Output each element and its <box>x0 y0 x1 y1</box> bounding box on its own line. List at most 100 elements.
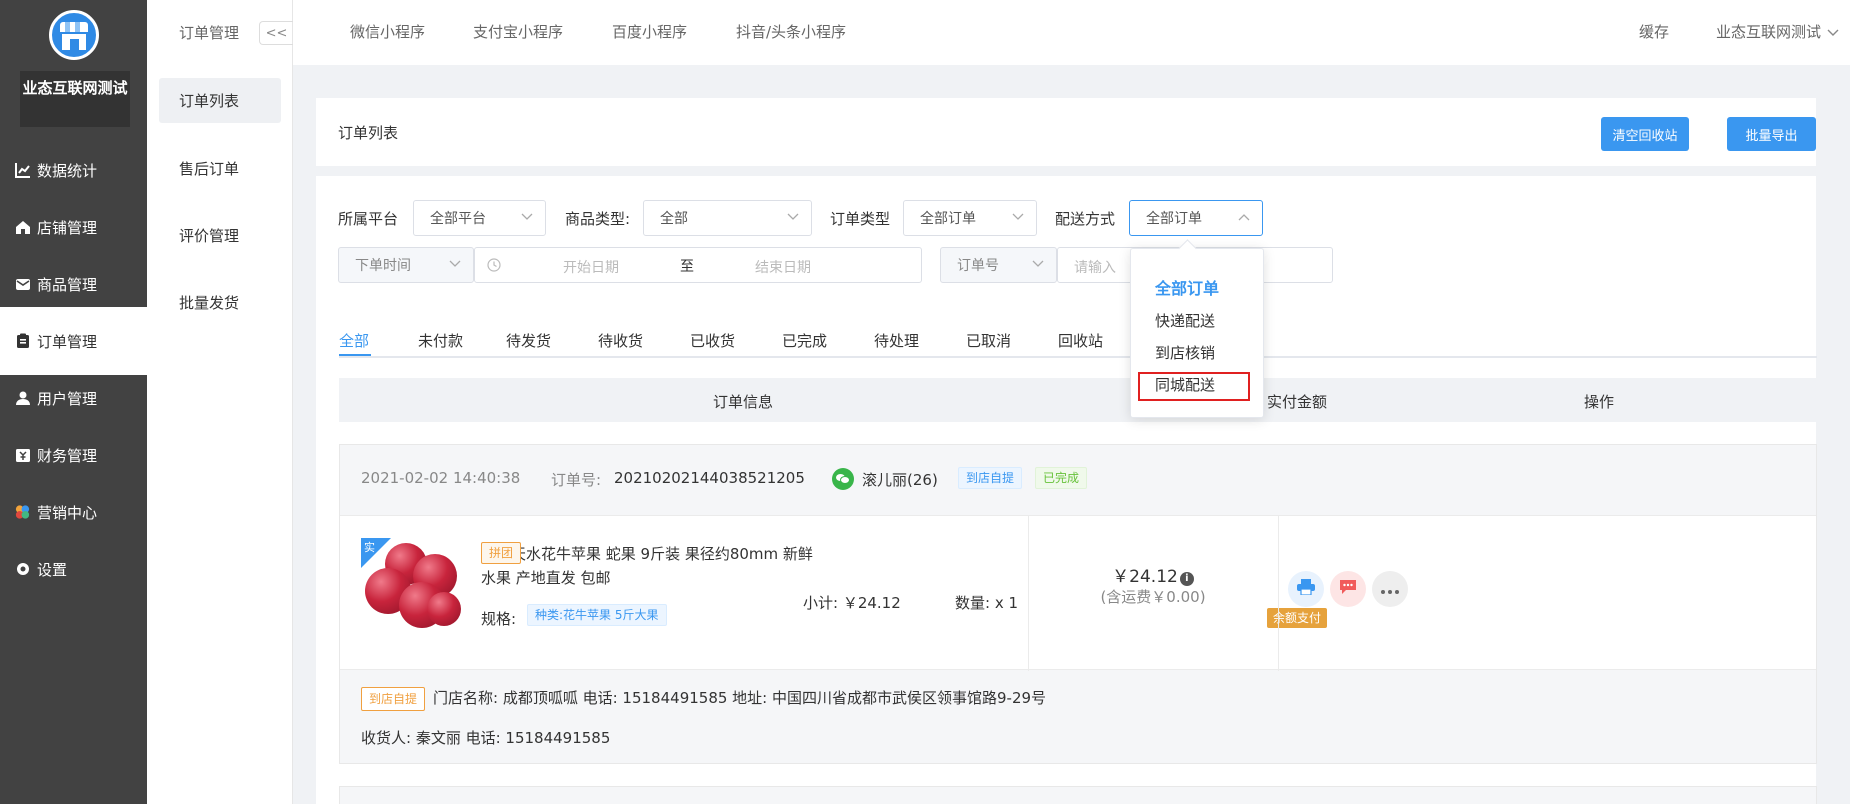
status-badge: 已完成 <box>1035 467 1088 489</box>
clock-icon <box>487 258 501 276</box>
chevron-down-icon <box>1032 258 1044 271</box>
wechat-icon <box>832 468 854 490</box>
tab-unpaid[interactable]: 未付款 <box>418 330 463 351</box>
user-icon <box>14 390 31 407</box>
user-menu[interactable]: 业态互联网测试 <box>1716 0 1839 65</box>
user-name: 业态互联网测试 <box>1716 23 1822 41</box>
tab-baidu-miniapp[interactable]: 百度小程序 <box>612 0 687 65</box>
sidebar-item-label: 数据统计 <box>37 161 98 180</box>
date-range-picker[interactable]: 开始日期 至 结束日期 <box>474 247 922 283</box>
sidebar-item-label: 营销中心 <box>37 503 98 522</box>
tab-to-receive[interactable]: 待收货 <box>598 330 643 351</box>
tab-cancelled[interactable]: 已取消 <box>966 330 1011 351</box>
colorful-dots-icon <box>14 504 31 521</box>
tab-pending[interactable]: 待处理 <box>874 330 919 351</box>
tab-to-ship[interactable]: 待发货 <box>506 330 551 351</box>
order-type-select[interactable]: 全部订单 <box>903 200 1037 236</box>
product-image[interactable]: 实 <box>361 538 463 640</box>
batch-export-button[interactable]: 批量导出 <box>1727 117 1816 151</box>
delivery-select[interactable]: 全部订单 <box>1129 200 1263 236</box>
table-header: 订单信息 实付金额 操作 <box>339 378 1817 422</box>
platform-label: 所属平台 <box>338 210 399 228</box>
message-button[interactable] <box>1330 571 1366 607</box>
goods-type-select[interactable]: 全部 <box>643 200 812 236</box>
order-type-label: 订单类型 <box>830 210 891 228</box>
product-title-text: 甘肃天水花牛苹果 蛇果 9斤装 果径约80mm 新鲜水果 产地直发 包邮 <box>481 545 813 587</box>
time-type-select[interactable]: 下单时间 <box>338 247 474 283</box>
status-tabs: 全部 未付款 待发货 待收货 已收货 已完成 待处理 已取消 回收站 <box>339 316 1817 358</box>
sidebar-item-label: 用户管理 <box>37 389 98 408</box>
sidebar-item-label: 财务管理 <box>37 446 98 465</box>
mail-icon <box>14 276 31 293</box>
pickup-tag: 到店自提 <box>361 687 426 711</box>
delivery-option-all[interactable]: 全部订单 <box>1155 275 1219 299</box>
more-button[interactable] <box>1372 571 1408 607</box>
paid-amount: ￥24.12 i <box>1028 562 1278 587</box>
yen-box-icon <box>14 447 31 464</box>
main-sidebar: 业态互联网测试 数据统计 店铺管理 商品管理 订单管理 用户管理 财务管理 营销… <box>0 0 147 804</box>
receiver-info: 收货人: 秦文丽 电话: 15184491585 <box>361 729 611 747</box>
delivery-option-store-pickup[interactable]: 到店核销 <box>1155 342 1215 363</box>
delivery-label: 配送方式 <box>1055 210 1116 228</box>
goods-type-label: 商品类型: <box>565 210 631 228</box>
platform-select[interactable]: 全部平台 <box>413 200 546 236</box>
order-item-row: 实 拼团 甘肃天水花牛苹果 蛇果 9斤装 果径约80mm 新鲜水果 产地直发 包邮… <box>340 515 1816 671</box>
column-header-order-info: 订单信息 <box>713 393 774 411</box>
chevron-down-icon <box>521 211 533 224</box>
tab-alipay-miniapp[interactable]: 支付宝小程序 <box>473 0 563 65</box>
delivery-option-express[interactable]: 快递配送 <box>1155 310 1215 331</box>
delivery-dropdown-menu: 全部订单 快递配送 到店核销 同城配送 <box>1130 248 1264 418</box>
tab-all[interactable]: 全部 <box>339 330 369 351</box>
tab-received[interactable]: 已收货 <box>690 330 735 351</box>
print-button[interactable] <box>1288 571 1324 607</box>
column-header-actions: 操作 <box>1584 393 1615 411</box>
collapse-button[interactable]: << <box>259 21 293 45</box>
brand-name: 业态互联网测试 <box>20 71 130 127</box>
column-divider <box>1278 516 1279 671</box>
tab-completed[interactable]: 已完成 <box>782 330 827 351</box>
subnav-item-batch-ship[interactable]: 批量发货 <box>159 280 281 325</box>
more-icon <box>1381 580 1399 598</box>
chevron-down-icon <box>1827 0 1839 65</box>
clear-recycle-button[interactable]: 清空回收站 <box>1601 117 1689 151</box>
search-input-placeholder: 请输入 <box>1074 260 1116 276</box>
pay-method-tag: 余额支付 <box>1267 608 1328 628</box>
cache-button[interactable]: 缓存 <box>1639 0 1669 65</box>
clipboard-icon <box>14 333 31 350</box>
freight-note: (含运费￥0.00) <box>1100 588 1206 606</box>
spec-label: 规格: <box>481 610 517 628</box>
subnav-item-reviews[interactable]: 评价管理 <box>159 213 281 258</box>
tab-recycle-bin[interactable]: 回收站 <box>1058 330 1103 351</box>
end-date-input[interactable]: 结束日期 <box>755 257 811 277</box>
page-title: 订单列表 <box>338 124 399 142</box>
sidebar-item-label: 店铺管理 <box>37 218 98 237</box>
tab-wechat-miniapp[interactable]: 微信小程序 <box>350 0 425 65</box>
platform-select-value: 全部平台 <box>430 211 486 227</box>
message-icon <box>1339 579 1357 599</box>
info-icon[interactable]: i <box>1179 572 1194 586</box>
gear-icon <box>14 561 31 578</box>
delivery-tag: 到店自提 <box>958 467 1023 489</box>
subnav-item-order-list[interactable]: 订单列表 <box>159 78 281 123</box>
subnav-item-after-sale[interactable]: 售后订单 <box>159 146 281 191</box>
column-header-amount: 实付金额 <box>1267 393 1328 411</box>
tab-douyin-miniapp[interactable]: 抖音/头条小程序 <box>736 0 846 65</box>
order-list-panel: 所属平台 全部平台 商品类型: 全部 订单类型 全部订单 配送方式 全部订单 下… <box>316 176 1817 804</box>
sidebar-item-settings[interactable]: 设置 <box>0 535 147 603</box>
product-title[interactable]: 拼团 甘肃天水花牛苹果 蛇果 9斤装 果径约80mm 新鲜水果 产地直发 包邮 <box>481 542 821 590</box>
delivery-select-value: 全部订单 <box>1146 211 1202 227</box>
shop-logo-icon <box>49 10 99 60</box>
corner-badge-text: 实 <box>364 541 375 554</box>
order-card-header: 2021-02-02 14:40:38 订单号: 202102021440385… <box>340 445 1816 515</box>
printer-icon <box>1297 579 1315 599</box>
start-date-input[interactable]: 开始日期 <box>563 257 619 277</box>
store-info: 到店自提 门店名称: 成都顶呱呱 电话: 15184491585 地址: 中国四川… <box>361 687 1046 711</box>
delivery-option-local[interactable]: 同城配送 <box>1155 374 1215 395</box>
spec-tag: 种类:花牛苹果 5斤大果 <box>527 604 667 626</box>
brand-logo: 业态互联网测试 <box>20 8 130 127</box>
range-separator: 至 <box>680 259 694 275</box>
paid-amount-value: ￥24.12 <box>1112 567 1178 587</box>
sidebar-item-label: 商品管理 <box>37 275 98 294</box>
chevron-down-icon <box>787 211 799 224</box>
search-type-select[interactable]: 订单号 <box>940 247 1057 283</box>
